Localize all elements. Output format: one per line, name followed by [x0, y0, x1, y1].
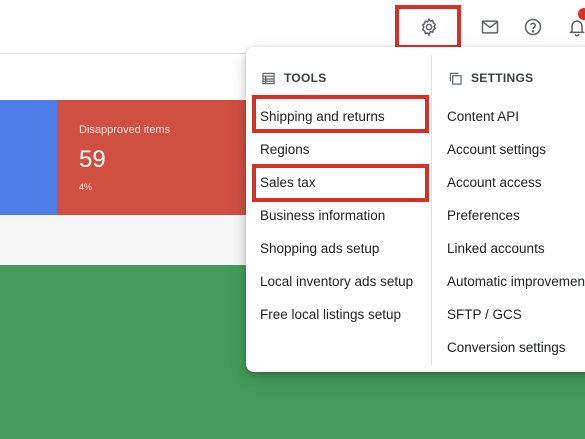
tools-settings-menu: TOOLS Shipping and returns Regions Sales… — [246, 47, 585, 372]
menu-item-account-access[interactable]: Account access — [447, 173, 542, 193]
menu-item-local-inventory-ads-setup[interactable]: Local inventory ads setup — [260, 272, 413, 292]
shipping-highlight-box — [252, 95, 429, 133]
menu-item-automatic-improvements[interactable]: Automatic improvements — [447, 272, 585, 292]
sales-tax-highlight-box — [252, 164, 429, 202]
help-icon[interactable] — [519, 13, 547, 41]
merchant-center-page: Disapproved items 59 4% TOOLS Shipping a… — [0, 0, 585, 439]
menu-item-linked-accounts[interactable]: Linked accounts — [447, 239, 545, 259]
notification-badge — [578, 8, 585, 20]
settings-heading: SETTINGS — [449, 69, 533, 87]
menu-item-conversion-settings[interactable]: Conversion settings — [447, 338, 566, 358]
menu-item-regions[interactable]: Regions — [260, 140, 310, 160]
menu-item-shopping-ads-setup[interactable]: Shopping ads setup — [260, 239, 379, 259]
settings-heading-label: SETTINGS — [471, 71, 534, 85]
menu-item-free-local-listings-setup[interactable]: Free local listings setup — [260, 305, 401, 325]
tools-list-icon — [262, 71, 276, 85]
gear-highlight-box — [395, 5, 461, 49]
mail-icon[interactable] — [476, 13, 504, 41]
status-card-blue[interactable] — [0, 100, 57, 215]
card-value: 59 — [79, 146, 106, 173]
settings-copy-icon — [449, 71, 463, 85]
menu-item-sftp-gcs[interactable]: SFTP / GCS — [447, 305, 522, 325]
tools-heading: TOOLS — [262, 69, 327, 87]
menu-divider — [431, 55, 432, 365]
card-label: Disapproved items — [79, 124, 171, 136]
top-app-bar — [0, 0, 585, 54]
menu-item-account-settings[interactable]: Account settings — [447, 140, 546, 160]
menu-item-preferences[interactable]: Preferences — [447, 206, 520, 226]
card-percent: 4% — [79, 182, 93, 192]
disapproved-items-card[interactable]: Disapproved items 59 4% — [57, 100, 257, 215]
menu-item-business-information[interactable]: Business information — [260, 206, 385, 226]
menu-item-content-api[interactable]: Content API — [447, 107, 519, 127]
tools-heading-label: TOOLS — [284, 71, 327, 85]
